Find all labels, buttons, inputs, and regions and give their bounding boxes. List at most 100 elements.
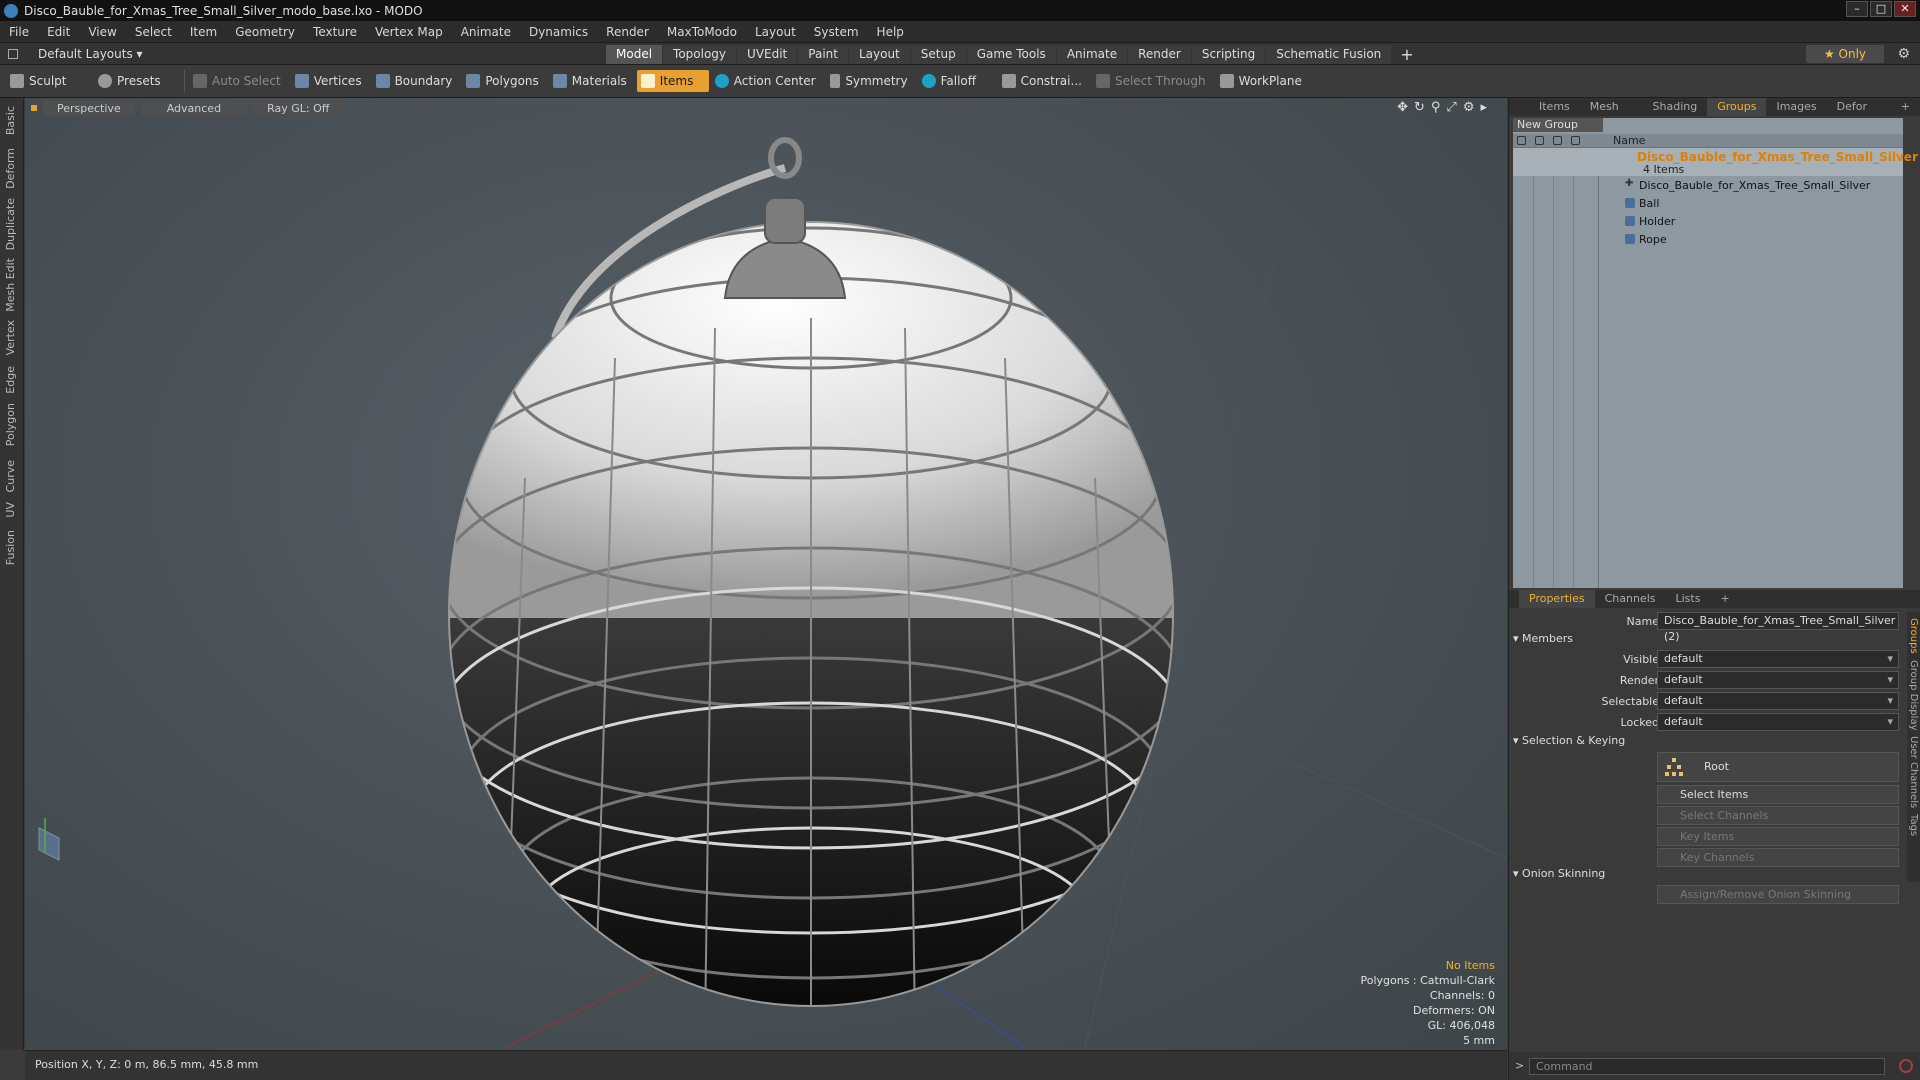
menu-dynamics[interactable]: Dynamics (520, 25, 597, 39)
tab-uvedit[interactable]: UVEdit (737, 44, 798, 64)
add-panel-tab-icon[interactable]: + (1891, 98, 1920, 116)
layout-selector[interactable]: Default Layouts ▾ (8, 47, 143, 61)
menu-vertex-map[interactable]: Vertex Map (366, 25, 452, 39)
move-view-icon[interactable]: ✥ (1397, 100, 1408, 115)
name-field[interactable]: Disco_Bauble_for_Xmas_Tree_Small_Silver … (1657, 612, 1899, 643)
viewport-expand-icon[interactable]: ▸ (1480, 100, 1487, 115)
only-toggle[interactable]: ★ Only (1806, 45, 1884, 63)
materials-button[interactable]: Materials (549, 70, 635, 92)
sculpt-button[interactable]: Sculpt (6, 70, 92, 92)
left-tab-basic[interactable]: Basic (4, 106, 17, 135)
menu-geometry[interactable]: Geometry (226, 25, 304, 39)
side-tab-user-channels[interactable]: User Channels (1908, 736, 1919, 808)
menu-render[interactable]: Render (597, 25, 658, 39)
left-tab-uv[interactable]: UV (4, 502, 17, 518)
tab-paint[interactable]: Paint (798, 44, 848, 64)
constraints-button[interactable]: Constrai... (998, 70, 1090, 92)
onion-skinning-section-header[interactable]: ▾ Onion Skinning (1513, 867, 1605, 883)
tab-scripting[interactable]: Scripting (1191, 44, 1266, 64)
tab-game-tools[interactable]: Game Tools (966, 44, 1056, 64)
minimize-button[interactable]: – (1846, 1, 1868, 17)
tab-animate[interactable]: Animate (1056, 44, 1128, 64)
list-item[interactable]: ✚ Disco_Bauble_for_Xmas_Tree_Small_Silve… (1513, 176, 1903, 194)
side-tab-groups[interactable]: Groups (1908, 618, 1919, 654)
left-tab-fusion[interactable]: Fusion (4, 530, 17, 565)
select-through-button[interactable]: Select Through (1092, 70, 1214, 92)
polygons-button[interactable]: Polygons (462, 70, 546, 92)
tab-topology[interactable]: Topology (663, 44, 737, 64)
left-tab-curve[interactable]: Curve (4, 460, 17, 492)
tab-layout[interactable]: Layout (848, 44, 910, 64)
viewport-menu-icon[interactable] (31, 105, 37, 111)
side-tab-tags[interactable]: Tags (1908, 814, 1919, 836)
boundary-button[interactable]: Boundary (372, 70, 461, 92)
list-item[interactable]: Ball (1513, 194, 1903, 212)
menu-select[interactable]: Select (126, 25, 181, 39)
tab-model[interactable]: Model (606, 44, 663, 64)
tab-setup[interactable]: Setup (910, 44, 966, 64)
left-tab-polygon[interactable]: Polygon (4, 403, 17, 446)
workplane-button[interactable]: WorkPlane (1216, 70, 1310, 92)
side-tab-group-display[interactable]: Group Display (1908, 660, 1919, 730)
key-channels-button[interactable]: Key Channels (1657, 848, 1899, 867)
select-channels-button[interactable]: Select Channels (1657, 806, 1899, 825)
menu-maxtomodo[interactable]: MaxToModo (658, 25, 746, 39)
root-button[interactable]: Root (1657, 752, 1899, 782)
visible-dropdown[interactable]: default ▾ (1657, 650, 1899, 668)
locked-dropdown[interactable]: default ▾ (1657, 713, 1899, 731)
menu-system[interactable]: System (805, 25, 868, 39)
menu-animate[interactable]: Animate (452, 25, 520, 39)
onion-skinning-button[interactable]: Assign/Remove Onion Skinning (1657, 885, 1899, 904)
tab-shading[interactable]: Shading (1643, 98, 1708, 116)
action-center-button[interactable]: Action Center (711, 70, 824, 92)
add-tab-icon[interactable]: + (1392, 45, 1421, 64)
menu-help[interactable]: Help (868, 25, 913, 39)
shading-dropdown[interactable]: Advanced (140, 100, 248, 116)
tab-deformers[interactable]: Defor ... (1827, 98, 1891, 131)
vertices-button[interactable]: Vertices (291, 70, 370, 92)
menu-file[interactable]: File (0, 25, 38, 39)
members-section-header[interactable]: ▾ Members (1513, 632, 1573, 648)
tab-mesh[interactable]: Mesh ... (1580, 98, 1643, 131)
new-group-button[interactable]: New Group (1513, 118, 1603, 132)
left-tab-edge[interactable]: Edge (4, 366, 17, 394)
left-tab-vertex[interactable]: Vertex (4, 320, 17, 355)
close-button[interactable]: ✕ (1894, 1, 1916, 17)
left-tab-duplicate[interactable]: Duplicate (4, 198, 17, 250)
rotate-view-icon[interactable]: ↻ (1414, 100, 1425, 115)
visibility-column-icon[interactable] (1517, 136, 1526, 145)
fit-view-icon[interactable]: ⤢ (1446, 100, 1456, 115)
falloff-button[interactable]: Falloff (918, 70, 996, 92)
gear-icon[interactable]: ⚙ (1897, 46, 1910, 62)
tab-schematic-fusion[interactable]: Schematic Fusion (1266, 44, 1392, 64)
tab-images[interactable]: Images (1766, 98, 1826, 116)
zoom-view-icon[interactable]: ⚲ (1431, 100, 1441, 115)
maximize-button[interactable]: □ (1870, 1, 1892, 17)
render-dropdown[interactable]: default ▾ (1657, 671, 1899, 689)
tab-groups[interactable]: Groups (1707, 98, 1767, 116)
viewport-settings-icon[interactable]: ⚙ (1463, 100, 1475, 115)
tab-properties[interactable]: Properties (1519, 590, 1595, 608)
select-items-button[interactable]: Select Items (1657, 785, 1899, 804)
list-item[interactable]: Rope (1513, 230, 1903, 248)
layout-dropdown[interactable]: Default Layouts ▾ (38, 47, 143, 61)
menu-texture[interactable]: Texture (304, 25, 366, 39)
raygl-toggle[interactable]: Ray GL: Off (253, 100, 344, 116)
menu-layout[interactable]: Layout (746, 25, 805, 39)
menu-view[interactable]: View (79, 25, 125, 39)
items-button[interactable]: Items (636, 70, 709, 92)
render-column-icon[interactable] (1535, 136, 1544, 145)
add-properties-tab-icon[interactable]: + (1710, 590, 1739, 608)
auto-select-button[interactable]: Auto Select (189, 70, 289, 92)
tab-lists[interactable]: Lists (1666, 590, 1711, 608)
view-mode-dropdown[interactable]: Perspective (43, 100, 135, 116)
menu-edit[interactable]: Edit (38, 25, 79, 39)
command-input[interactable]: Command (1529, 1058, 1885, 1075)
list-item[interactable]: Holder (1513, 212, 1903, 230)
tab-items[interactable]: Items (1529, 98, 1580, 116)
3d-viewport[interactable]: Perspective Advanced Ray GL: Off ✥ ↻ ⚲ ⤢… (25, 98, 1507, 1050)
tab-channels[interactable]: Channels (1595, 590, 1666, 608)
left-tab-mesh-edit[interactable]: Mesh Edit (4, 258, 17, 312)
key-items-button[interactable]: Key Items (1657, 827, 1899, 846)
tab-render[interactable]: Render (1128, 44, 1191, 64)
